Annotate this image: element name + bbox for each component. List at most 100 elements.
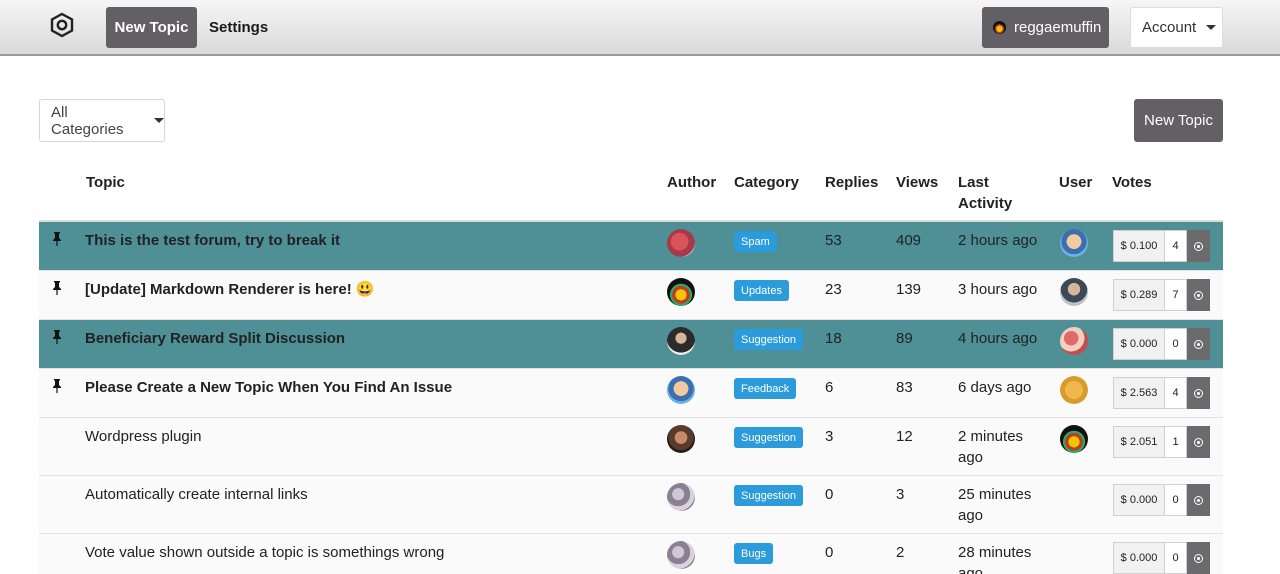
topic-title-link[interactable]: Wordpress plugin [85,426,201,447]
upvote-button[interactable] [1187,328,1210,360]
topic-title-link[interactable]: [Update] Markdown Renderer is here! 😃 [85,279,375,300]
upvote-button[interactable] [1187,426,1210,458]
views-count: 83 [896,379,913,396]
topic-title-link[interactable]: Please Create a New Topic When You Find … [85,377,452,398]
upvote-icon [1194,553,1203,563]
upvote-button[interactable] [1187,230,1210,262]
author-avatar[interactable] [667,483,695,511]
upvote-icon [1194,495,1203,505]
vote-amount: $ 0.289 [1113,279,1165,311]
column-header-last-activity[interactable]: Last Activity [958,172,1012,214]
table-row[interactable]: Please Create a New Topic When You Find … [39,369,1223,418]
replies-count: 18 [825,330,842,347]
last-user-avatar[interactable] [1060,229,1088,257]
column-header-replies[interactable]: Replies [825,172,878,193]
last-activity-line1: Last [958,174,989,191]
last-user-avatar[interactable] [1060,425,1088,453]
author-avatar[interactable] [667,425,695,453]
last-activity-line2: Activity [958,195,1013,212]
pin-icon [53,232,61,246]
upvote-button[interactable] [1187,279,1210,311]
category-badge[interactable]: Suggestion [734,427,804,448]
vote-count: 0 [1165,484,1187,516]
vote-widget: $ 0.289 7 [1113,279,1210,311]
last-user-avatar[interactable] [1060,327,1088,355]
upvote-button[interactable] [1187,377,1210,409]
topic-title-link[interactable]: Beneficiary Reward Split Discussion [85,328,345,349]
vote-count: 4 [1165,377,1187,409]
vote-widget: $ 0.000 0 [1113,484,1210,516]
upvote-icon [1194,388,1203,398]
replies-count: 6 [825,379,834,396]
last-activity: 2 minutes ago [958,428,1024,466]
vote-amount: $ 0.100 [1113,230,1165,262]
category-filter-dropdown[interactable]: All Categories [39,99,165,142]
table-row[interactable]: [Update] Markdown Renderer is here! 😃 Up… [39,271,1223,320]
author-avatar[interactable] [667,541,695,569]
column-header-views[interactable]: Views [896,172,938,193]
author-avatar[interactable] [667,327,695,355]
column-header-topic[interactable]: Topic [86,172,125,193]
table-row[interactable]: This is the test forum, try to break it … [39,222,1223,271]
nav-new-topic-button[interactable]: New Topic [106,7,197,48]
replies-count: 53 [825,232,842,249]
vote-count: 7 [1165,279,1187,311]
column-header-user[interactable]: User [1059,172,1092,193]
table-row[interactable]: Beneficiary Reward Split Discussion Sugg… [39,320,1223,369]
replies-count: 0 [825,486,834,503]
topic-title-link[interactable]: Automatically create internal links [85,484,308,505]
replies-count: 3 [825,428,834,445]
last-user-avatar[interactable] [1060,278,1088,306]
vote-amount: $ 0.000 [1113,542,1165,574]
category-badge[interactable]: Bugs [734,543,774,564]
topic-title-link[interactable]: This is the test forum, try to break it [85,230,340,251]
category-badge[interactable]: Updates [734,280,789,301]
vote-widget: $ 2.563 4 [1113,377,1210,409]
vote-amount: $ 0.000 [1113,484,1165,516]
views-count: 3 [896,486,905,503]
replies-count: 23 [825,281,842,298]
nav-settings-link[interactable]: Settings [209,7,268,48]
category-badge[interactable]: Suggestion [734,329,804,350]
vote-widget: $ 0.000 0 [1113,542,1210,574]
views-count: 139 [896,281,922,298]
user-avatar [993,21,1006,34]
views-count: 12 [896,428,913,445]
vote-amount: $ 2.051 [1113,426,1165,458]
logo-icon[interactable] [49,12,75,38]
author-avatar[interactable] [667,278,695,306]
vote-count: 0 [1165,542,1187,574]
last-activity: 25 minutes ago [958,486,1032,524]
upvote-button[interactable] [1187,484,1210,516]
category-badge[interactable]: Spam [734,231,777,252]
author-avatar[interactable] [667,376,695,404]
table-row[interactable]: Automatically create internal links Sugg… [39,476,1223,534]
new-topic-button[interactable]: New Topic [1134,99,1223,142]
author-avatar[interactable] [667,229,695,257]
pin-icon [53,281,61,295]
vote-count: 1 [1165,426,1187,458]
account-dropdown[interactable]: Account [1130,7,1223,48]
category-badge[interactable]: Suggestion [734,485,804,506]
pin-icon [53,379,61,393]
user-profile-button[interactable]: reggaemuffin [982,7,1109,48]
vote-amount: $ 2.563 [1113,377,1165,409]
column-header-votes[interactable]: Votes [1112,172,1152,193]
chevron-down-icon [1206,25,1217,30]
upvote-icon [1194,339,1203,349]
upvote-icon [1194,437,1203,447]
table-row[interactable]: Wordpress plugin Suggestion 3 12 2 minut… [39,418,1223,476]
category-filter-label: All Categories [51,103,124,138]
views-count: 89 [896,330,913,347]
top-navbar: New Topic Settings reggaemuffin Account [0,0,1280,56]
last-user-avatar[interactable] [1060,376,1088,404]
chevron-down-icon [154,118,164,123]
column-header-category[interactable]: Category [734,172,799,193]
topic-title-link[interactable]: Vote value shown outside a topic is some… [85,542,444,563]
upvote-button[interactable] [1187,542,1210,574]
upvote-icon [1194,290,1203,300]
column-header-author[interactable]: Author [667,172,716,193]
category-badge[interactable]: Feedback [734,378,797,399]
vote-count: 0 [1165,328,1187,360]
table-row[interactable]: Vote value shown outside a topic is some… [39,534,1223,574]
